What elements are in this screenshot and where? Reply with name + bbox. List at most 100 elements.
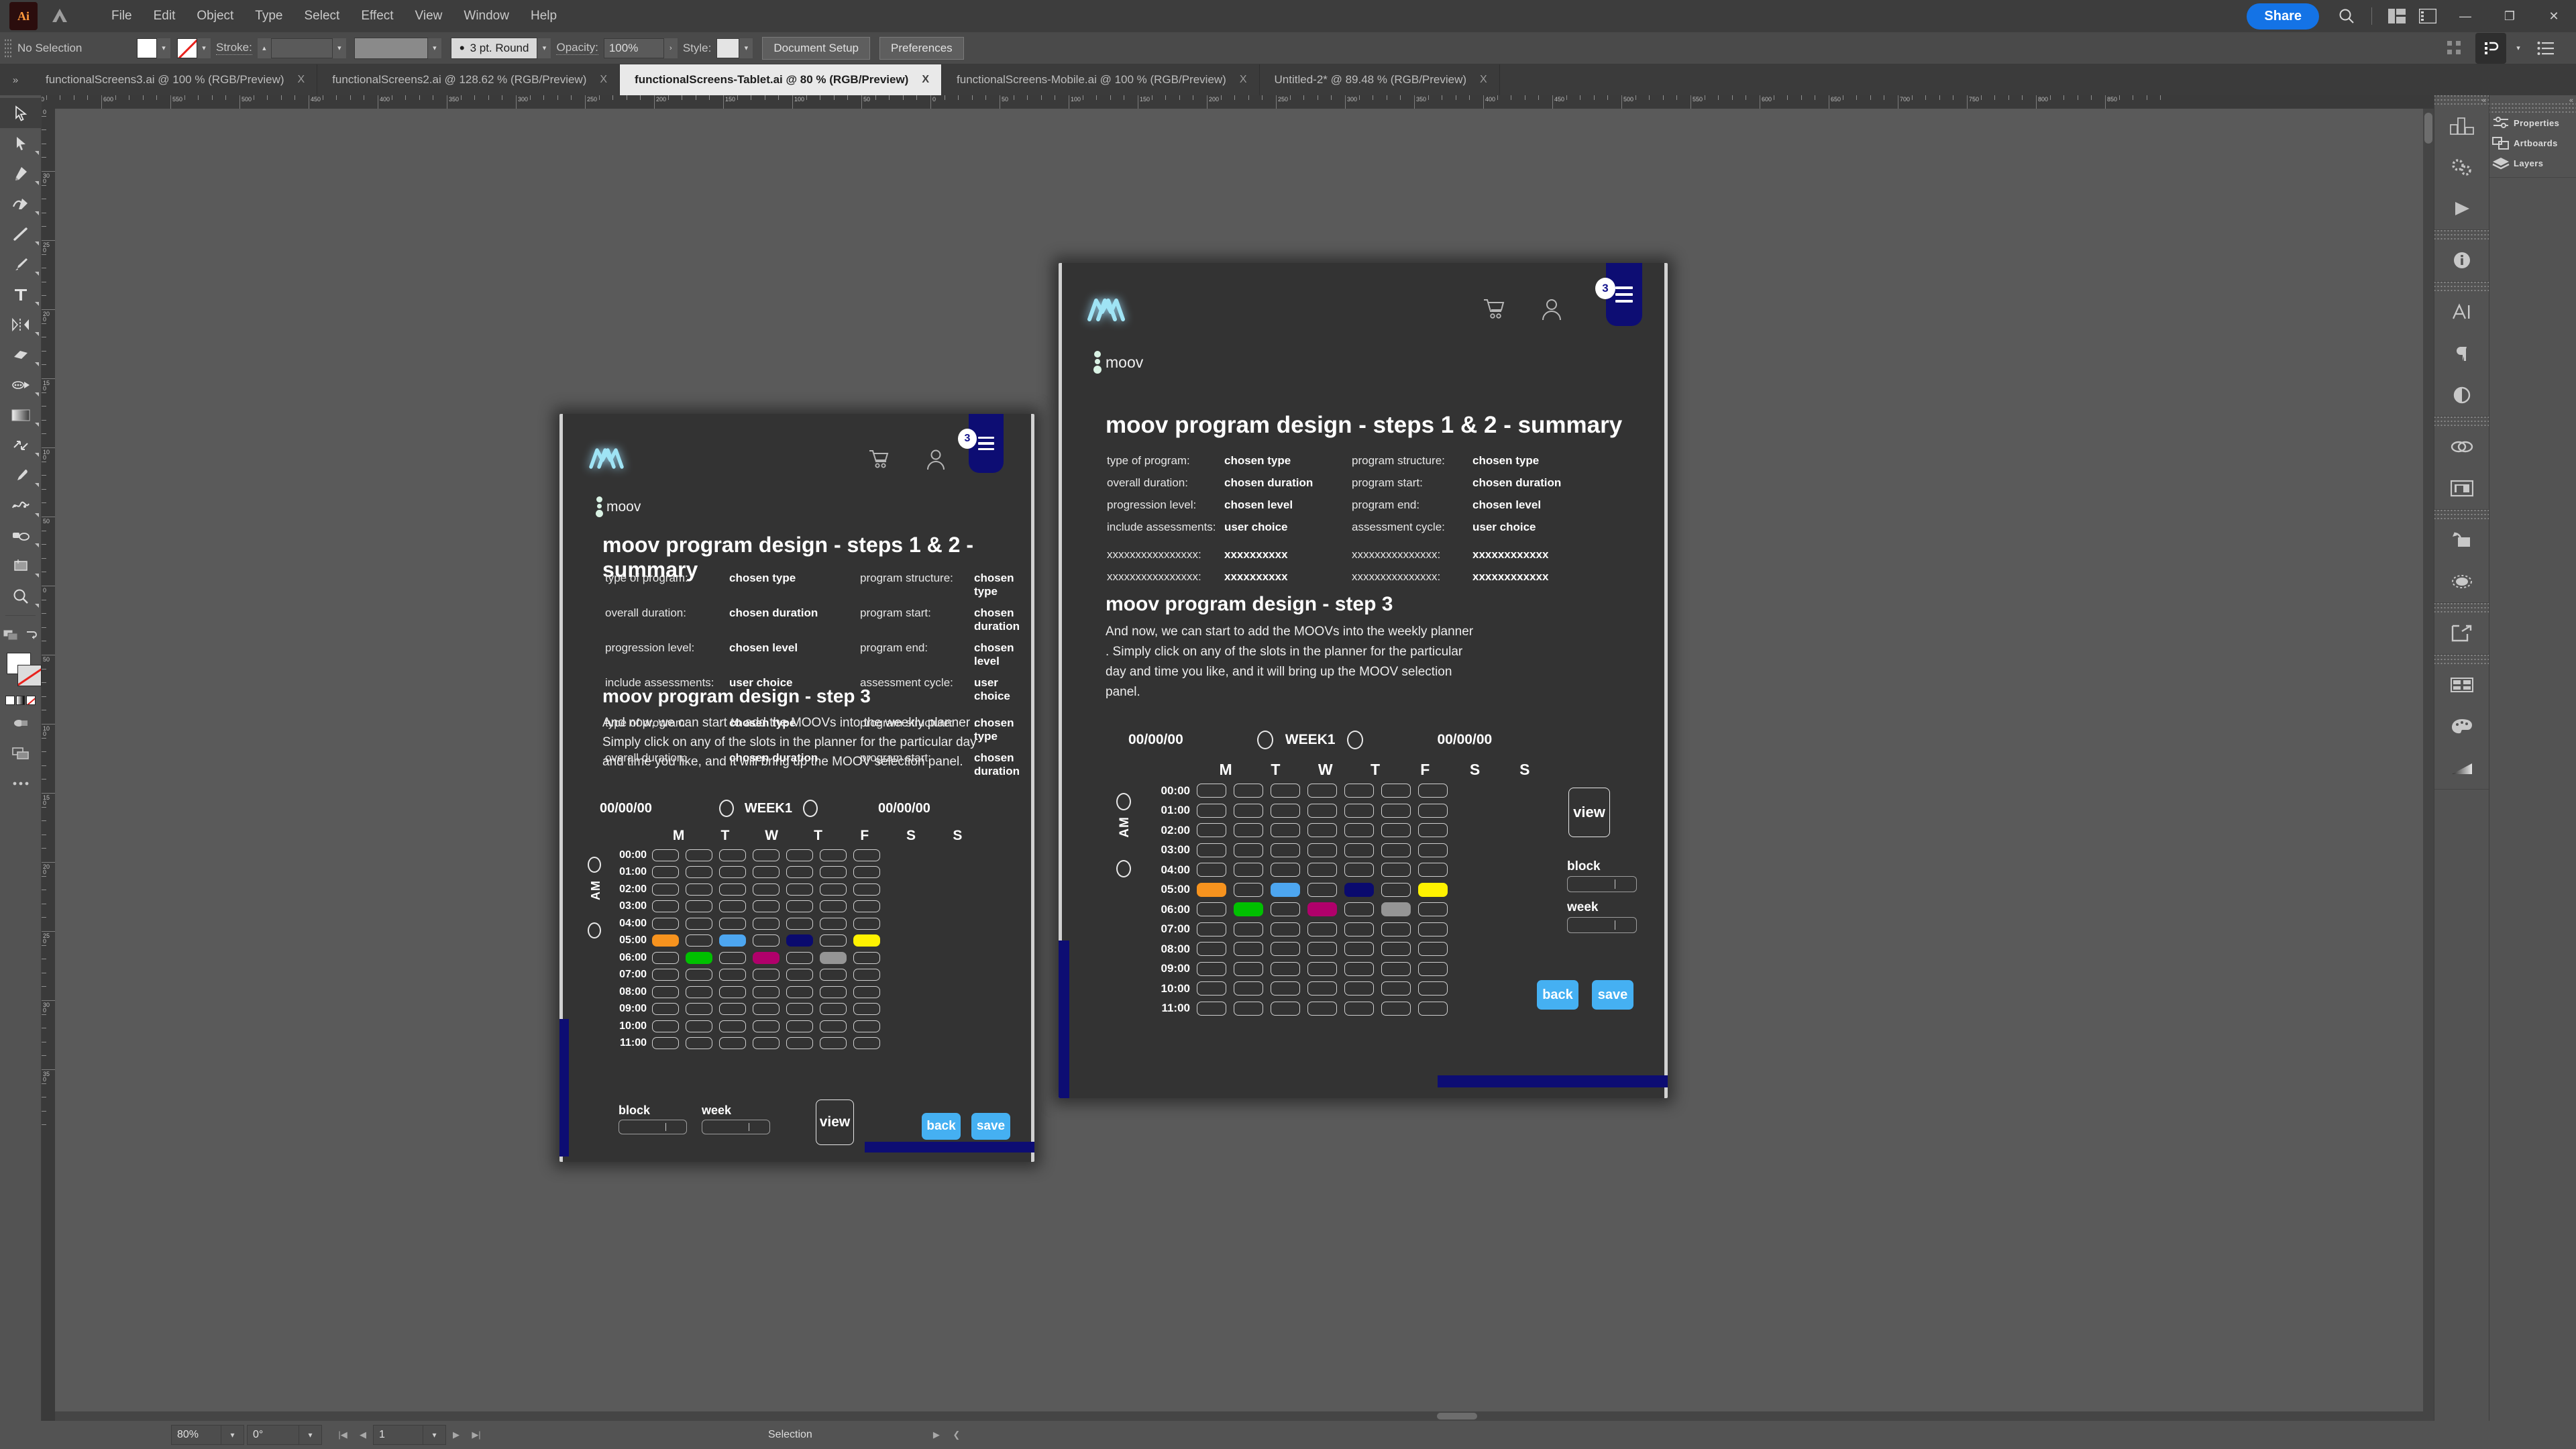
planner-slot[interactable] [820, 866, 847, 879]
planner-slot[interactable] [786, 1020, 813, 1032]
planner-slot[interactable] [786, 969, 813, 981]
width-tool[interactable] [0, 370, 42, 400]
more-tools-icon[interactable] [0, 768, 42, 798]
align-icon[interactable] [2439, 33, 2470, 64]
tab-functionalscreens3[interactable]: functionalScreens3.ai @ 100 % (RGB/Previ… [31, 64, 318, 95]
tab-functionalscreens-mobile[interactable]: functionalScreens-Mobile.ai @ 100 % (RGB… [942, 64, 1260, 95]
prev-week-button[interactable] [1256, 731, 1273, 749]
planner-slot[interactable] [1418, 961, 1448, 976]
planner-slot[interactable] [1418, 823, 1448, 838]
planner-slot[interactable] [1234, 902, 1263, 917]
artboard-mobile[interactable]: 3 moov moov program design - steps 1 & 2… [559, 414, 1034, 1162]
planner-slot[interactable] [1344, 823, 1374, 838]
pathfinder-icon[interactable] [2434, 561, 2489, 602]
save-button[interactable]: save [971, 1113, 1010, 1140]
artboard-tool[interactable] [0, 551, 42, 581]
planner-grid-tablet[interactable]: 00:00 01:00 02:00 03:00 04:00 05:00 06:00 07:00… [1140, 781, 1455, 1018]
planner-slot[interactable] [719, 849, 746, 861]
planner-slot[interactable] [1271, 823, 1300, 838]
menu-type[interactable]: Type [244, 0, 293, 32]
stroke-swatch[interactable] [177, 38, 197, 58]
planner-slot[interactable] [820, 951, 847, 964]
block-input[interactable] [619, 1120, 687, 1134]
planner-slot[interactable] [853, 951, 880, 964]
restore-button[interactable]: ❐ [2487, 0, 2532, 32]
planner-slot[interactable] [1344, 863, 1374, 877]
planner-slot[interactable] [853, 883, 880, 896]
planner-slot[interactable] [1197, 902, 1226, 917]
search-icon[interactable] [2331, 1, 2362, 32]
planner-slot[interactable] [1381, 843, 1411, 857]
planner-slot[interactable] [652, 849, 679, 861]
canvas-area[interactable]: 3 moov moov program design - steps 1 & 2… [55, 109, 2434, 1421]
week-input[interactable] [1567, 917, 1637, 933]
planner-slot[interactable] [1307, 863, 1337, 877]
planner-slot[interactable] [1344, 902, 1374, 917]
planner-slot[interactable] [753, 849, 780, 861]
planner-slot[interactable] [1307, 803, 1337, 818]
planner-slot[interactable] [1197, 981, 1226, 996]
zoom-level-caret[interactable]: ▾ [221, 1425, 244, 1445]
stroke-stepper[interactable]: ▴ [257, 38, 271, 58]
planner-slot[interactable] [1381, 1001, 1411, 1016]
tab-close-icon[interactable]: X [298, 74, 305, 86]
planner-slot[interactable] [820, 900, 847, 913]
tab-close-icon[interactable]: X [1240, 74, 1247, 86]
menu-select[interactable]: Select [294, 0, 351, 32]
quick-actions-icon[interactable] [2475, 32, 2506, 64]
chart-icon[interactable] [2434, 105, 2489, 146]
planner-slot[interactable] [786, 866, 813, 879]
close-button[interactable]: ✕ [2532, 0, 2576, 32]
link-icon[interactable] [2434, 426, 2489, 468]
info-icon[interactable] [2434, 239, 2489, 281]
stroke-profile-preview[interactable] [354, 37, 428, 59]
planner-slot[interactable] [1344, 981, 1374, 996]
save-button[interactable]: save [1592, 980, 1633, 1010]
planner-slot[interactable] [853, 969, 880, 981]
planner-slot[interactable] [1234, 803, 1263, 818]
planner-slot[interactable] [652, 900, 679, 913]
planner-slot[interactable] [753, 969, 780, 981]
planner-slot[interactable] [1197, 843, 1226, 857]
planner-slot[interactable] [1234, 1001, 1263, 1016]
planner-slot[interactable] [719, 969, 746, 981]
planner-slot[interactable] [1418, 1001, 1448, 1016]
planner-slot[interactable] [1418, 922, 1448, 936]
planner-slot[interactable] [1197, 823, 1226, 838]
image-icon[interactable] [2434, 468, 2489, 509]
rotation-caret[interactable]: ▾ [299, 1425, 322, 1445]
planner-slot[interactable] [1418, 882, 1448, 897]
planner-slot[interactable] [820, 917, 847, 930]
planner-slot[interactable] [686, 866, 712, 879]
dock-collapse-icon[interactable]: « [2482, 97, 2486, 105]
moov-logo[interactable] [588, 444, 625, 474]
list-icon[interactable] [2530, 33, 2561, 64]
planner-slot[interactable] [853, 849, 880, 861]
planner-slot[interactable] [652, 1003, 679, 1016]
planner-slot[interactable] [686, 917, 712, 930]
artboard-number-caret[interactable]: ▾ [423, 1425, 446, 1445]
fill-dropdown-caret[interactable]: ▾ [157, 38, 170, 58]
dock-grip[interactable] [2434, 510, 2489, 519]
planner-slot[interactable] [1197, 803, 1226, 818]
planner-slot[interactable] [1197, 942, 1226, 957]
selection-tool[interactable] [0, 98, 42, 128]
gradient-tool[interactable] [0, 400, 42, 430]
menu-view[interactable]: View [405, 0, 453, 32]
cart-icon[interactable] [868, 449, 891, 474]
planner-slot[interactable] [719, 883, 746, 896]
gradient-icon[interactable] [2434, 747, 2489, 789]
planner-slot[interactable] [719, 985, 746, 998]
planner-slot[interactable] [652, 934, 679, 947]
planner-slot[interactable] [1344, 843, 1374, 857]
swatches-icon[interactable] [2434, 664, 2489, 706]
planner-slot[interactable] [1381, 823, 1411, 838]
planner-slot[interactable] [1234, 961, 1263, 976]
planner-slot[interactable] [753, 1003, 780, 1016]
planner-slot[interactable] [1197, 922, 1226, 936]
panel-tab-properties[interactable]: Properties [2489, 113, 2576, 133]
planner-slot[interactable] [1271, 902, 1300, 917]
planner-slot[interactable] [786, 917, 813, 930]
planner-slot[interactable] [1197, 784, 1226, 798]
planner-slot[interactable] [1271, 961, 1300, 976]
